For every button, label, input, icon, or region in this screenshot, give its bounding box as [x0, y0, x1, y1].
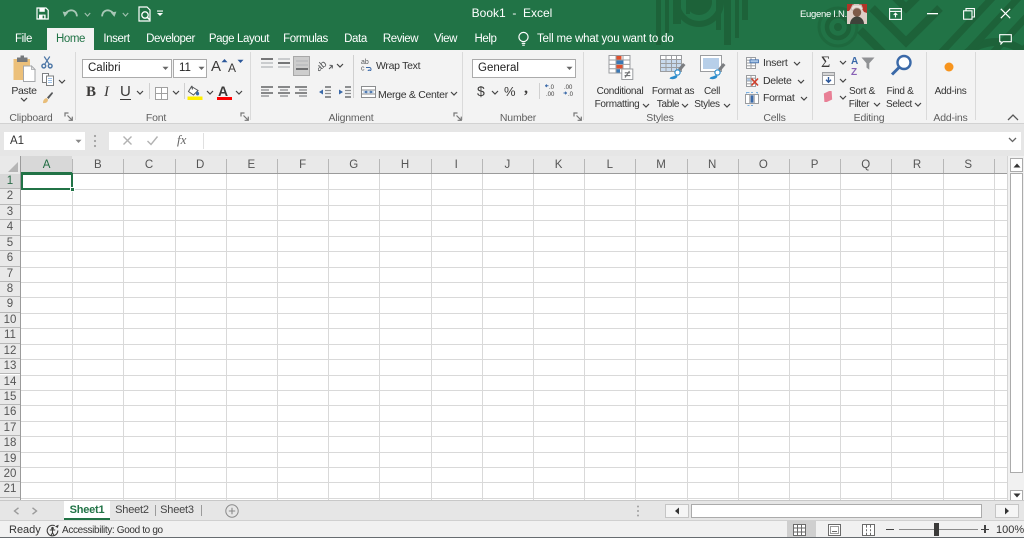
- svg-text:A: A: [851, 56, 858, 67]
- svg-text:ab: ab: [318, 59, 329, 72]
- svg-text:.00: .00: [546, 92, 555, 97]
- svg-text:.0: .0: [568, 92, 574, 97]
- svg-text:.0: .0: [549, 85, 555, 91]
- svg-text:Z: Z: [851, 67, 857, 77]
- svg-text:.00: .00: [564, 85, 573, 91]
- svg-text:c: c: [361, 66, 365, 72]
